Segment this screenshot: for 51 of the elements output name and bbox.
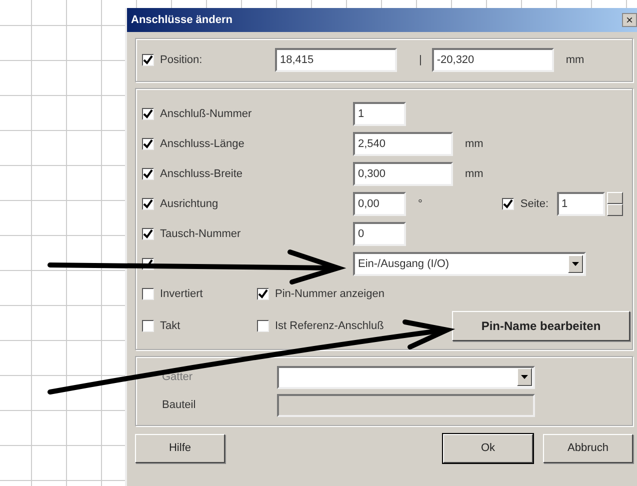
checkbox[interactable]	[502, 198, 514, 210]
unit-label: mm	[465, 136, 484, 152]
unit-label: mm	[465, 166, 484, 182]
checkbox-label: Anschluss-Breite	[160, 166, 243, 182]
checkbox-label: Invertiert	[160, 286, 203, 302]
text-field[interactable]	[277, 394, 535, 416]
spin-field[interactable]: 1	[556, 192, 605, 216]
checkbox-label: Ist Referenz-Anschluß	[275, 318, 384, 334]
text-field[interactable]: 0,300	[353, 162, 453, 186]
checkbox[interactable]	[257, 288, 269, 300]
checkbox-label: Tausch-Nummer	[160, 226, 241, 242]
text-field[interactable]: 0,00	[353, 192, 406, 216]
checkbox[interactable]	[142, 108, 154, 120]
dropdown-button[interactable]	[517, 368, 532, 386]
close-button[interactable]: ×	[622, 13, 637, 27]
dialog-button[interactable]: Hilfe	[135, 434, 225, 463]
checkbox-label: Pin-Nummer anzeigen	[275, 286, 384, 302]
coordinate-field[interactable]: -20,320	[432, 48, 554, 72]
dialog-button[interactable]: Abbruch	[543, 434, 633, 463]
coordinate-field[interactable]: 18,415	[275, 48, 397, 72]
checkbox[interactable]	[142, 198, 154, 210]
pin-name-button[interactable]: Pin-Name bearbeiten	[452, 311, 630, 341]
field-label: Bauteil	[162, 398, 197, 413]
checkbox-label: Ausrichtung	[160, 196, 218, 212]
checkbox-label: Seite:	[520, 196, 549, 212]
window-title: Anschlüsse ändern	[131, 12, 232, 28]
text-field[interactable]: 1	[353, 102, 406, 126]
dropdown-button[interactable]	[568, 255, 583, 273]
caret-icon	[572, 262, 579, 266]
checkbox[interactable]	[142, 288, 154, 300]
checkbox[interactable]	[142, 228, 154, 240]
text-field[interactable]: 0	[353, 222, 406, 246]
spin-buttons[interactable]	[606, 192, 623, 216]
checkbox[interactable]	[257, 320, 269, 332]
separator-label: |	[419, 52, 422, 68]
unit-label: mm	[566, 52, 584, 68]
checkbox-label: Anschluß-Nummer	[160, 106, 252, 122]
checkbox-label: Anschluss-Länge	[160, 136, 244, 152]
checkbox-label: Takt	[160, 318, 180, 334]
checkbox[interactable]	[142, 168, 154, 180]
checkbox[interactable]	[142, 54, 154, 66]
checkbox[interactable]	[142, 320, 154, 332]
dropdown-value: Ein-/Ausgang (I/O)	[358, 256, 450, 272]
unit-label: °	[418, 196, 422, 212]
text-field[interactable]: 2,540	[353, 132, 453, 156]
caret-icon	[521, 375, 528, 379]
checkbox-label: Position:	[160, 52, 202, 68]
dropdown-field[interactable]	[277, 366, 535, 388]
checkbox[interactable]	[142, 138, 154, 150]
dropdown-field[interactable]: Ein-/Ausgang (I/O)	[353, 252, 586, 276]
dialog-button[interactable]: Ok	[443, 434, 533, 463]
